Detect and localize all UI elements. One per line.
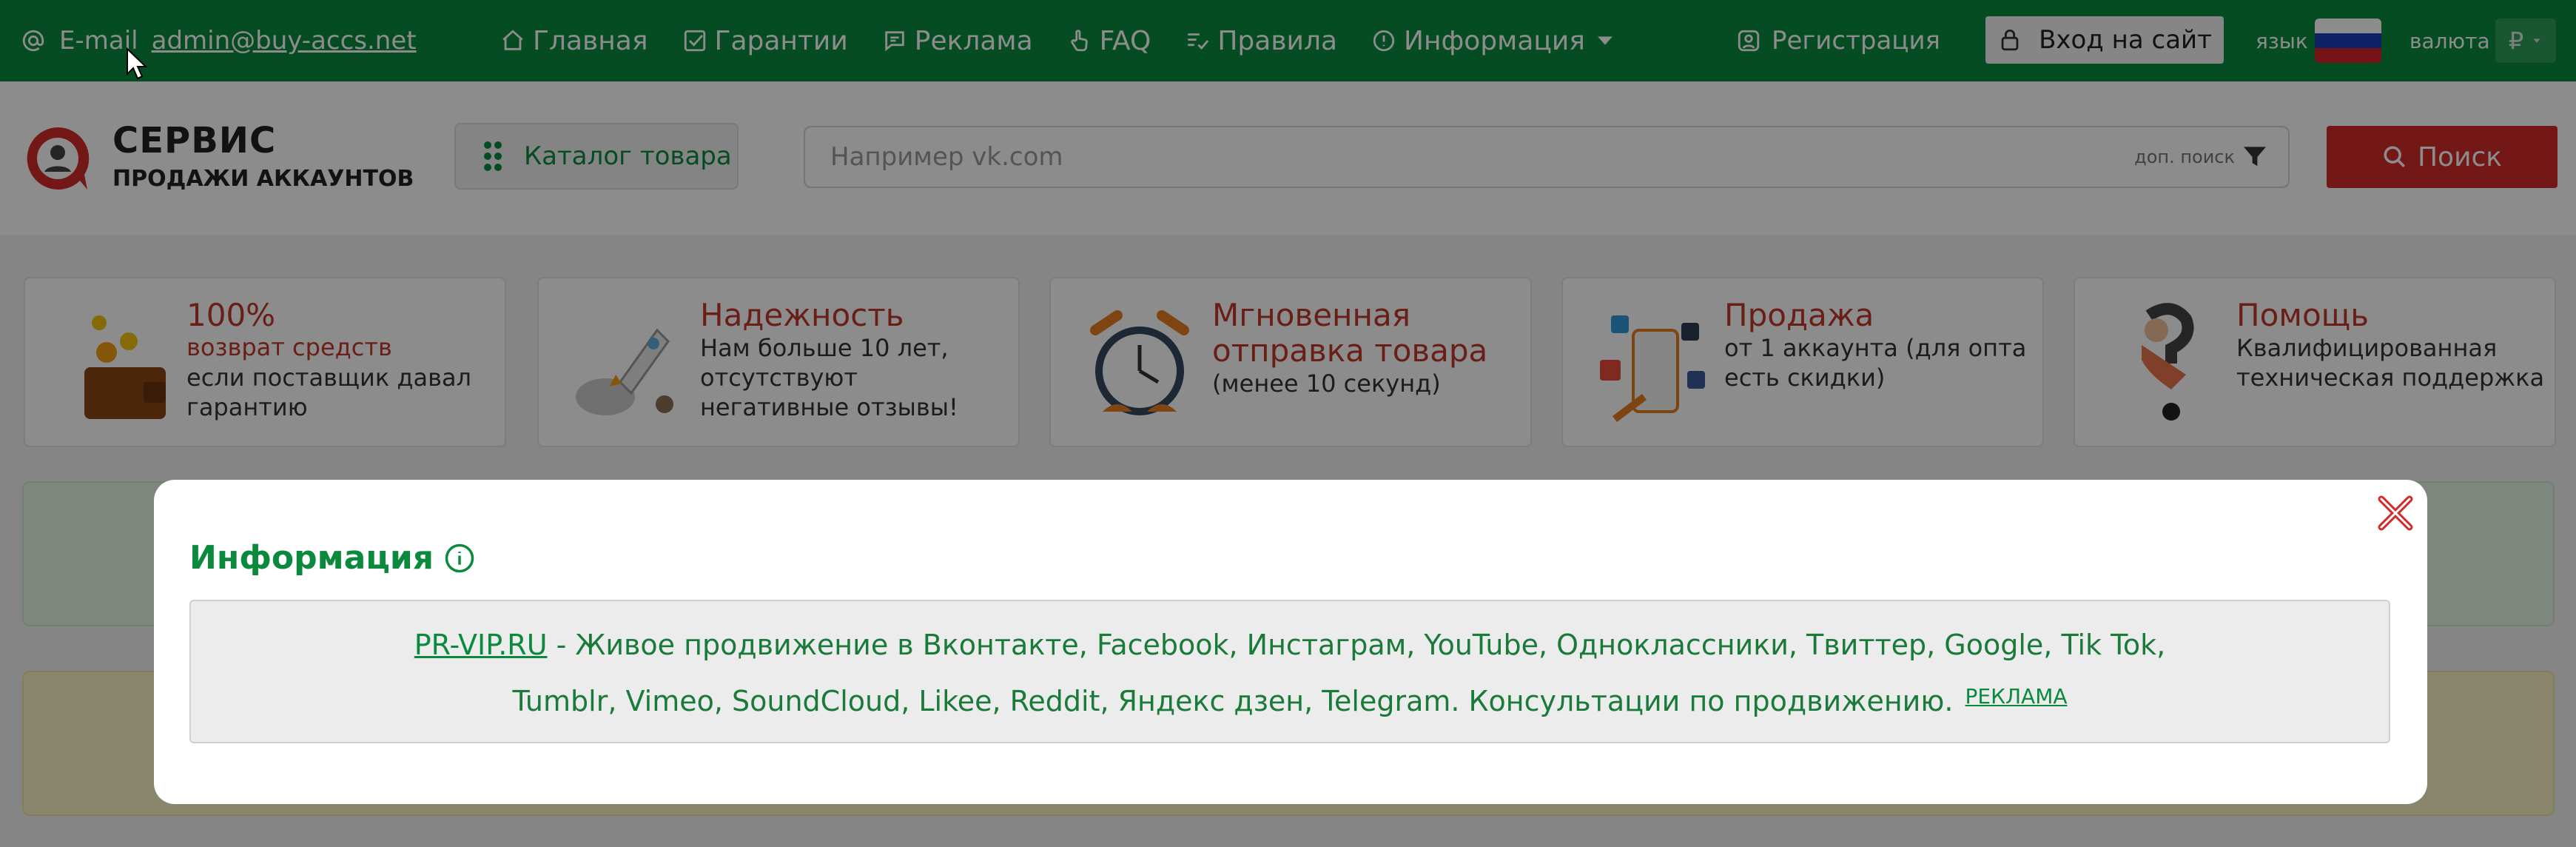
modal-title-text: Информация	[189, 539, 434, 577]
ad-text-1: - Живое продвижение в Вконтакте, Faceboo…	[547, 629, 2166, 661]
ad-line-2: Tumblr, Vimeo, SoundCloud, Likee, Reddit…	[191, 671, 2389, 727]
ad-site-link[interactable]: PR-VIP.RU	[414, 629, 548, 661]
mouse-cursor-icon	[126, 47, 148, 80]
modal-title: Информация	[189, 539, 475, 577]
close-icon[interactable]	[2375, 493, 2415, 533]
ad-message-box: PR-VIP.RU - Живое продвижение в Вконтакт…	[189, 600, 2390, 743]
ad-line-1: PR-VIP.RU - Живое продвижение в Вконтакт…	[191, 619, 2389, 671]
ad-text-2: Tumblr, Vimeo, SoundCloud, Likee, Reddit…	[512, 685, 1954, 717]
info-circle-icon	[444, 543, 475, 574]
ad-label-link[interactable]: РЕКЛАМА	[1965, 684, 2068, 709]
info-modal: Информация PR-VIP.RU - Живое продвижение…	[154, 480, 2427, 804]
